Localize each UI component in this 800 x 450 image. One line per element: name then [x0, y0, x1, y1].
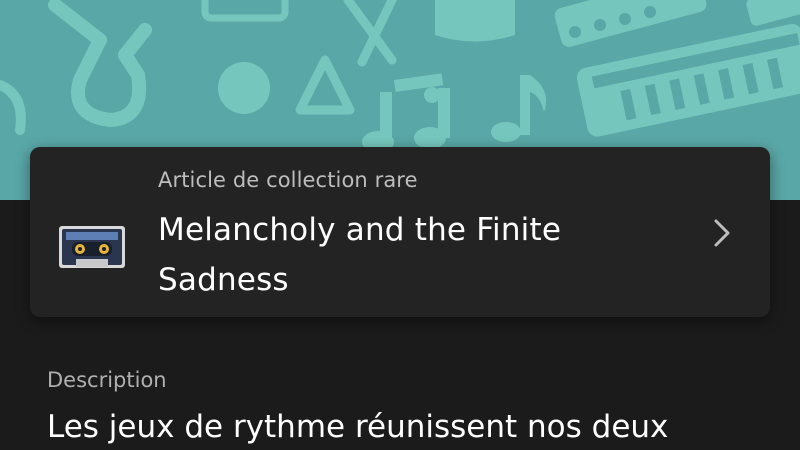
description-heading: Description	[47, 368, 167, 392]
drumsticks-icon	[343, 0, 397, 67]
cassette-tape-icon	[59, 226, 125, 268]
chevron-right-icon[interactable]	[710, 217, 734, 249]
item-category-label: Article de collection rare	[158, 168, 418, 192]
music-note-icon	[362, 73, 450, 153]
rare-collectible-card[interactable]: Article de collection rare Melancholy an…	[30, 147, 770, 317]
turntable-icon	[201, 0, 289, 22]
record-icon	[218, 62, 270, 114]
drum-icon	[435, 0, 515, 42]
flute-end-icon	[746, 0, 800, 26]
description-text: Les jeux de rythme réunissent nos deux	[47, 409, 669, 445]
speaker-icon	[0, 80, 26, 135]
eighth-note-icon	[491, 75, 547, 142]
keyboard-icon	[576, 24, 800, 137]
saxophone-icon	[48, 0, 152, 127]
flute-icon	[554, 0, 707, 47]
dot-icon	[424, 87, 440, 103]
item-title: Melancholy and the Finite Sadness	[158, 212, 562, 298]
triangle-icon	[295, 55, 355, 115]
